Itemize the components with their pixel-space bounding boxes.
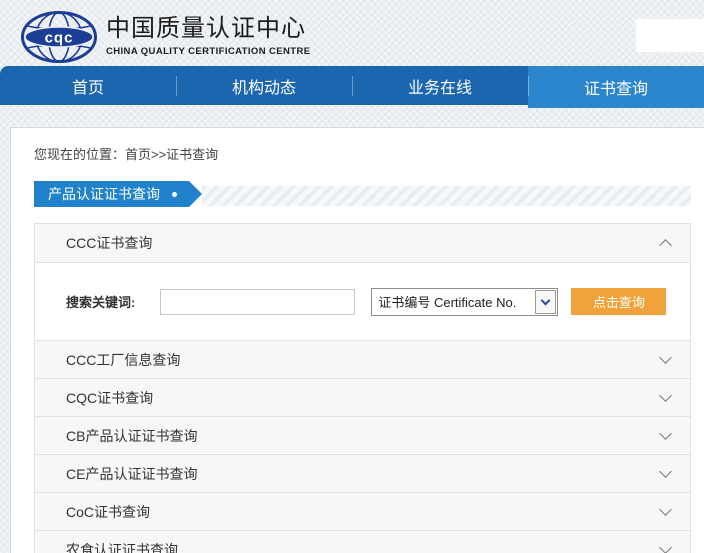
search-keyword-input[interactable] <box>160 289 355 315</box>
accordion-header-coc-certificate[interactable]: CoC证书查询 <box>35 492 690 530</box>
ccc-search-panel: 搜索关键词: 证书编号 Certificate No. 点击查询 <box>35 262 690 340</box>
search-button[interactable]: 点击查询 <box>571 288 666 315</box>
page: cqc 中国质量认证中心 CHINA QUALITY CERTIFICATION… <box>0 0 704 553</box>
section-title: 产品认证证书查询 <box>48 184 160 204</box>
accordion-header-cqc-certificate[interactable]: CQC证书查询 <box>35 378 690 416</box>
nav-item-news[interactable]: 机构动态 <box>176 66 352 105</box>
select-arrow-box[interactable] <box>535 290 556 314</box>
accordion-header-agrifood-certificate[interactable]: 农食认证证书查询 <box>35 530 690 553</box>
select-value: 证书编号 Certificate No. <box>378 292 535 311</box>
breadcrumb: 您现在的位置：首页>>证书查询 <box>34 144 218 163</box>
accordion-header-cb-certificate[interactable]: CB产品认证证书查询 <box>35 416 690 454</box>
ribbon-arrow-icon <box>189 181 202 207</box>
chevron-down-icon <box>659 541 672 553</box>
brand-subtitle: CHINA QUALITY CERTIFICATION CENTRE <box>106 46 310 57</box>
content-panel: 您现在的位置：首页>>证书查询 产品认证证书查询 CCC证书查询 搜索关键词: … <box>10 127 704 553</box>
stripe-band <box>202 186 691 206</box>
section-ribbon: 产品认证证书查询 <box>34 181 189 207</box>
chevron-down-icon <box>659 351 672 364</box>
main-nav: 首页 机构动态 业务在线 证书查询 <box>0 66 704 105</box>
nav-item-home[interactable]: 首页 <box>0 66 176 105</box>
chevron-down-icon <box>541 295 551 305</box>
section-title-row: 产品认证证书查询 <box>34 181 691 207</box>
chevron-down-icon <box>659 427 672 440</box>
nav-item-online-business[interactable]: 业务在线 <box>352 66 528 105</box>
chevron-down-icon <box>659 465 672 478</box>
svg-text:cqc: cqc <box>45 30 74 47</box>
query-accordion: CCC证书查询 搜索关键词: 证书编号 Certificate No. 点击查询… <box>34 223 691 553</box>
header-search-box[interactable] <box>636 19 704 52</box>
accordion-header-ccc-certificate[interactable]: CCC证书查询 <box>35 224 690 262</box>
search-keyword-label: 搜索关键词: <box>66 292 135 311</box>
chevron-up-icon <box>659 239 672 252</box>
ribbon-dot-icon <box>172 192 177 197</box>
certificate-type-select[interactable]: 证书编号 Certificate No. <box>371 288 558 316</box>
nav-item-certificate-query[interactable]: 证书查询 <box>528 66 704 108</box>
accordion-header-ccc-factory[interactable]: CCC工厂信息查询 <box>35 340 690 378</box>
cqc-logo: cqc <box>21 11 97 63</box>
chevron-down-icon <box>659 503 672 516</box>
accordion-header-ce-certificate[interactable]: CE产品认证证书查询 <box>35 454 690 492</box>
brand-title: 中国质量认证中心 <box>106 14 310 44</box>
chevron-down-icon <box>659 389 672 402</box>
brand: 中国质量认证中心 CHINA QUALITY CERTIFICATION CEN… <box>106 14 310 57</box>
